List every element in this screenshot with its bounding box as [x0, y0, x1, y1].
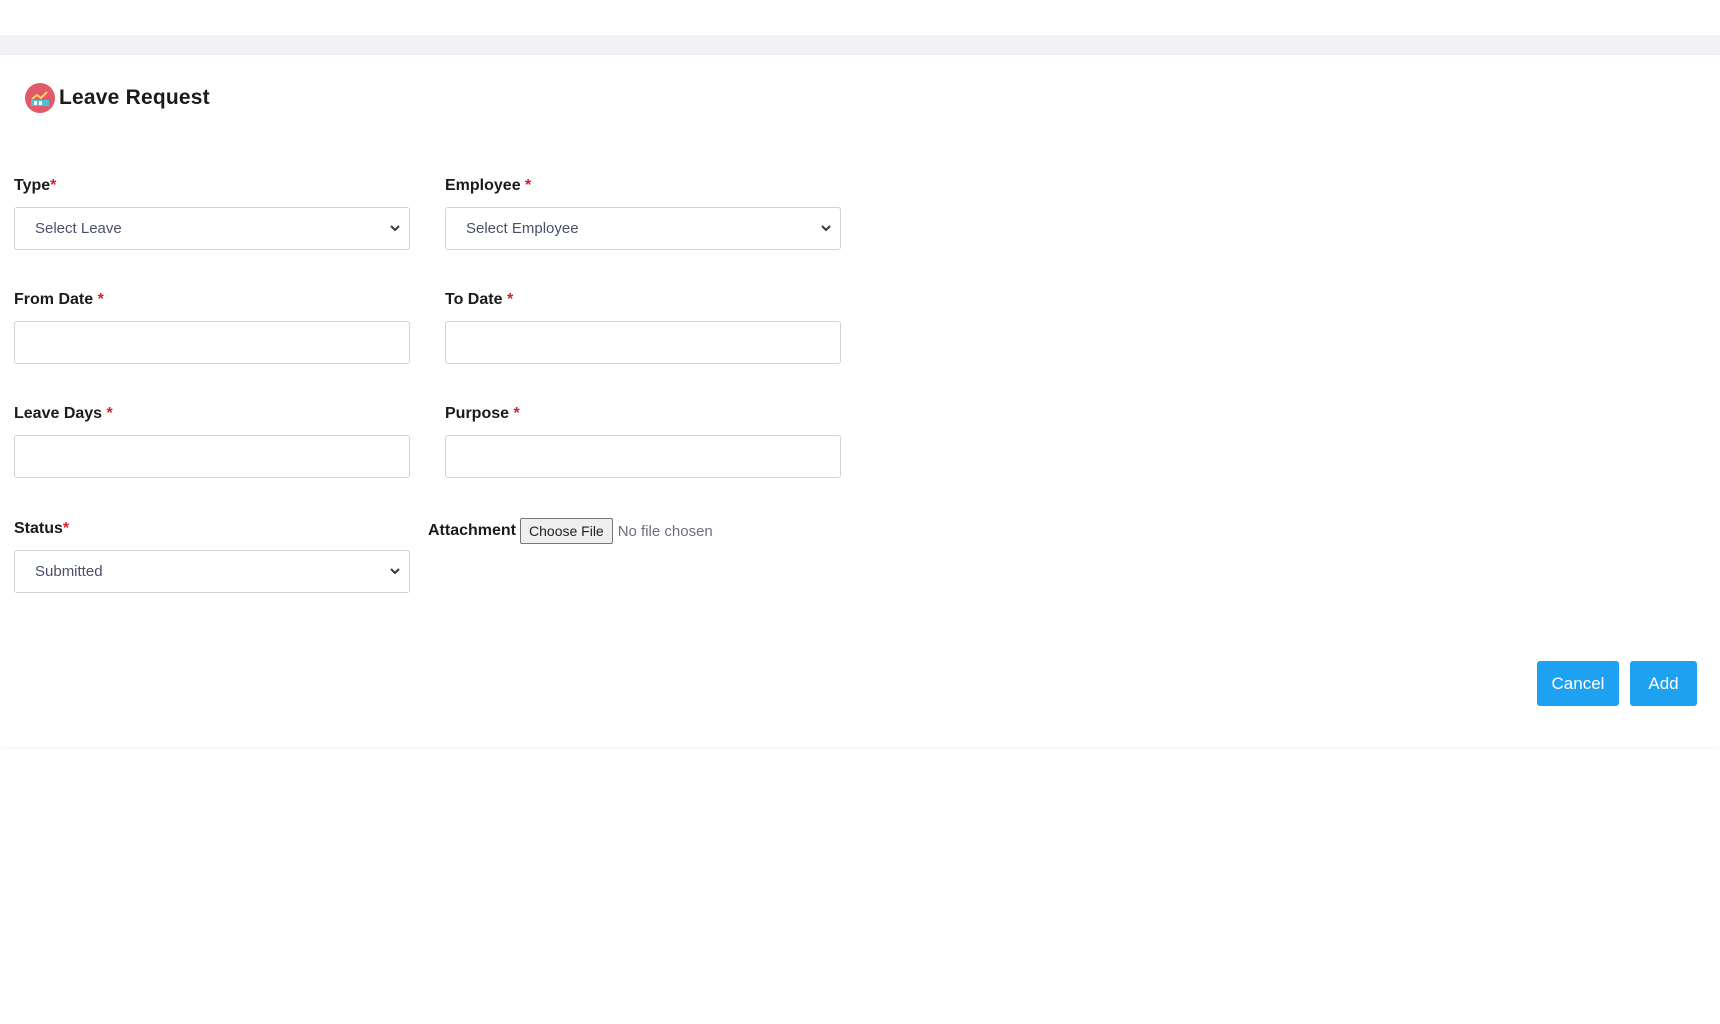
status-select[interactable]: Submitted	[14, 550, 410, 593]
chevron-down-icon	[821, 225, 831, 232]
leave-days-label: Leave Days *	[14, 405, 113, 422]
status-field: Status*	[14, 518, 69, 540]
file-status-text: No file chosen	[617, 522, 713, 540]
chevron-down-icon	[390, 225, 400, 232]
leave-chart-icon	[25, 83, 55, 113]
leave-days-field: Leave Days *	[14, 403, 113, 425]
page-title: Leave Request	[59, 86, 210, 109]
cancel-button[interactable]: Cancel	[1537, 661, 1619, 706]
to-date-label: To Date *	[445, 291, 514, 308]
required-mark: *	[525, 177, 532, 194]
type-select-value: Select Leave	[35, 220, 122, 237]
employee-select-value: Select Employee	[466, 220, 579, 237]
purpose-label: Purpose *	[445, 405, 520, 422]
required-mark: *	[506, 291, 514, 308]
required-mark: *	[62, 520, 70, 537]
type-field: Type*	[14, 175, 56, 197]
attachment-field: Attachment Choose File No file chosen	[428, 518, 713, 544]
type-select[interactable]: Select Leave	[14, 207, 410, 250]
attachment-label: Attachment	[428, 522, 517, 539]
to-date-input[interactable]	[445, 321, 841, 364]
choose-file-button[interactable]: Choose File	[520, 518, 613, 544]
leave-days-input[interactable]	[14, 435, 410, 478]
status-select-value: Submitted	[35, 563, 103, 580]
card-header: Leave Request	[25, 83, 210, 113]
type-label: Type*	[14, 177, 57, 194]
chevron-down-icon	[390, 568, 400, 575]
required-mark: *	[513, 405, 520, 422]
purpose-input[interactable]	[445, 435, 841, 478]
status-label: Status*	[14, 520, 70, 537]
from-date-input[interactable]	[14, 321, 410, 364]
employee-field: Employee *	[445, 175, 531, 197]
from-date-field: From Date *	[14, 289, 104, 311]
top-band	[0, 35, 1720, 55]
employee-label: Employee *	[445, 177, 532, 194]
to-date-field: To Date *	[445, 289, 513, 311]
employee-select[interactable]: Select Employee	[445, 207, 841, 250]
required-mark: *	[97, 291, 104, 308]
leave-request-card: Leave Request Type* Select Leave Employe…	[0, 55, 1720, 747]
purpose-field: Purpose *	[445, 403, 520, 425]
from-date-label: From Date *	[14, 291, 104, 308]
required-mark: *	[50, 177, 57, 194]
required-mark: *	[106, 405, 113, 422]
add-button[interactable]: Add	[1630, 661, 1697, 706]
